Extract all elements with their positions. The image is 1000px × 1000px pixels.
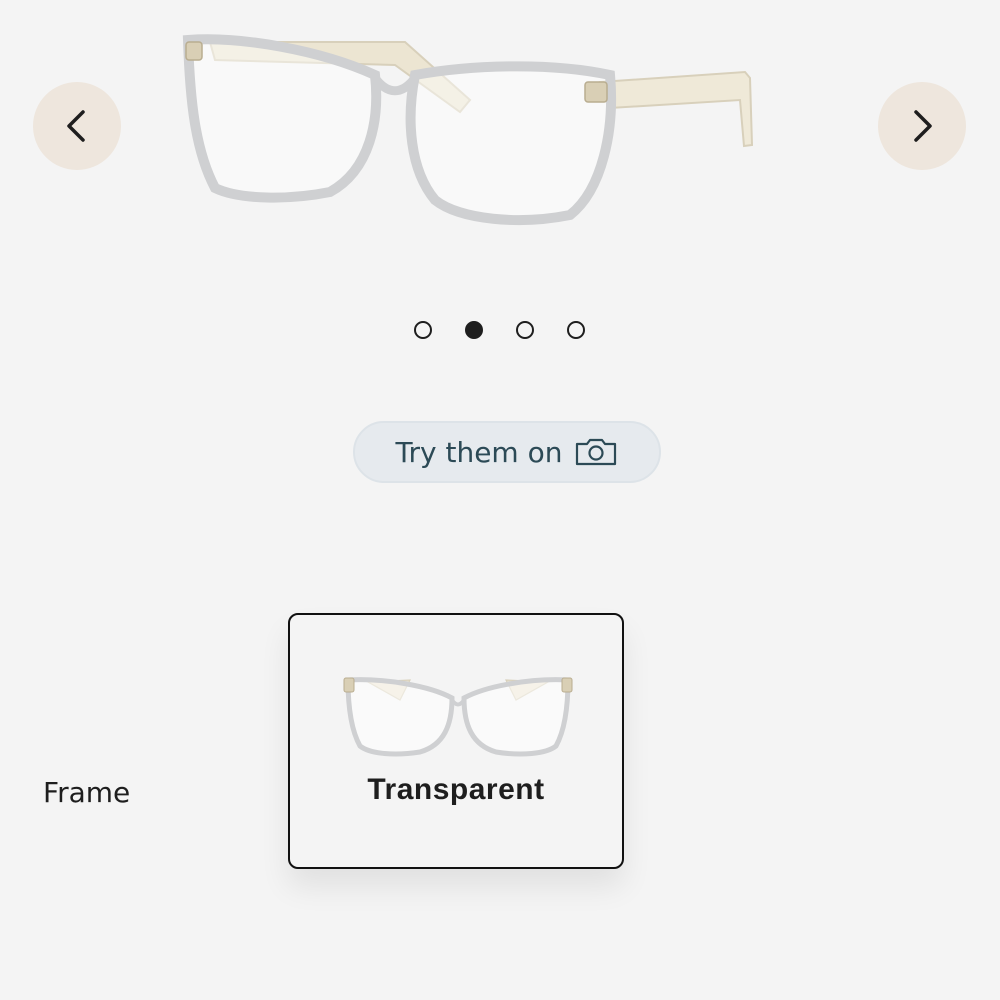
chevron-left-icon [67,110,85,142]
previous-image-button[interactable] [33,82,121,170]
try-them-on-button[interactable]: Try them on [353,421,661,483]
carousel-dot-active[interactable] [465,321,483,339]
carousel-dot[interactable] [516,321,534,339]
carousel-dots [414,321,585,339]
try-them-on-label: Try them on [395,435,563,469]
frame-option-card[interactable]: Transparent [288,613,624,869]
frame-label: Frame [43,776,131,809]
frame-option-name: Transparent [367,773,545,806]
carousel-dot[interactable] [414,321,432,339]
chevron-right-icon [914,110,932,142]
carousel-dot[interactable] [567,321,585,339]
product-image [182,34,754,225]
next-image-button[interactable] [878,82,966,170]
camera-icon [576,438,617,466]
frame-option-thumbnail [343,677,573,757]
